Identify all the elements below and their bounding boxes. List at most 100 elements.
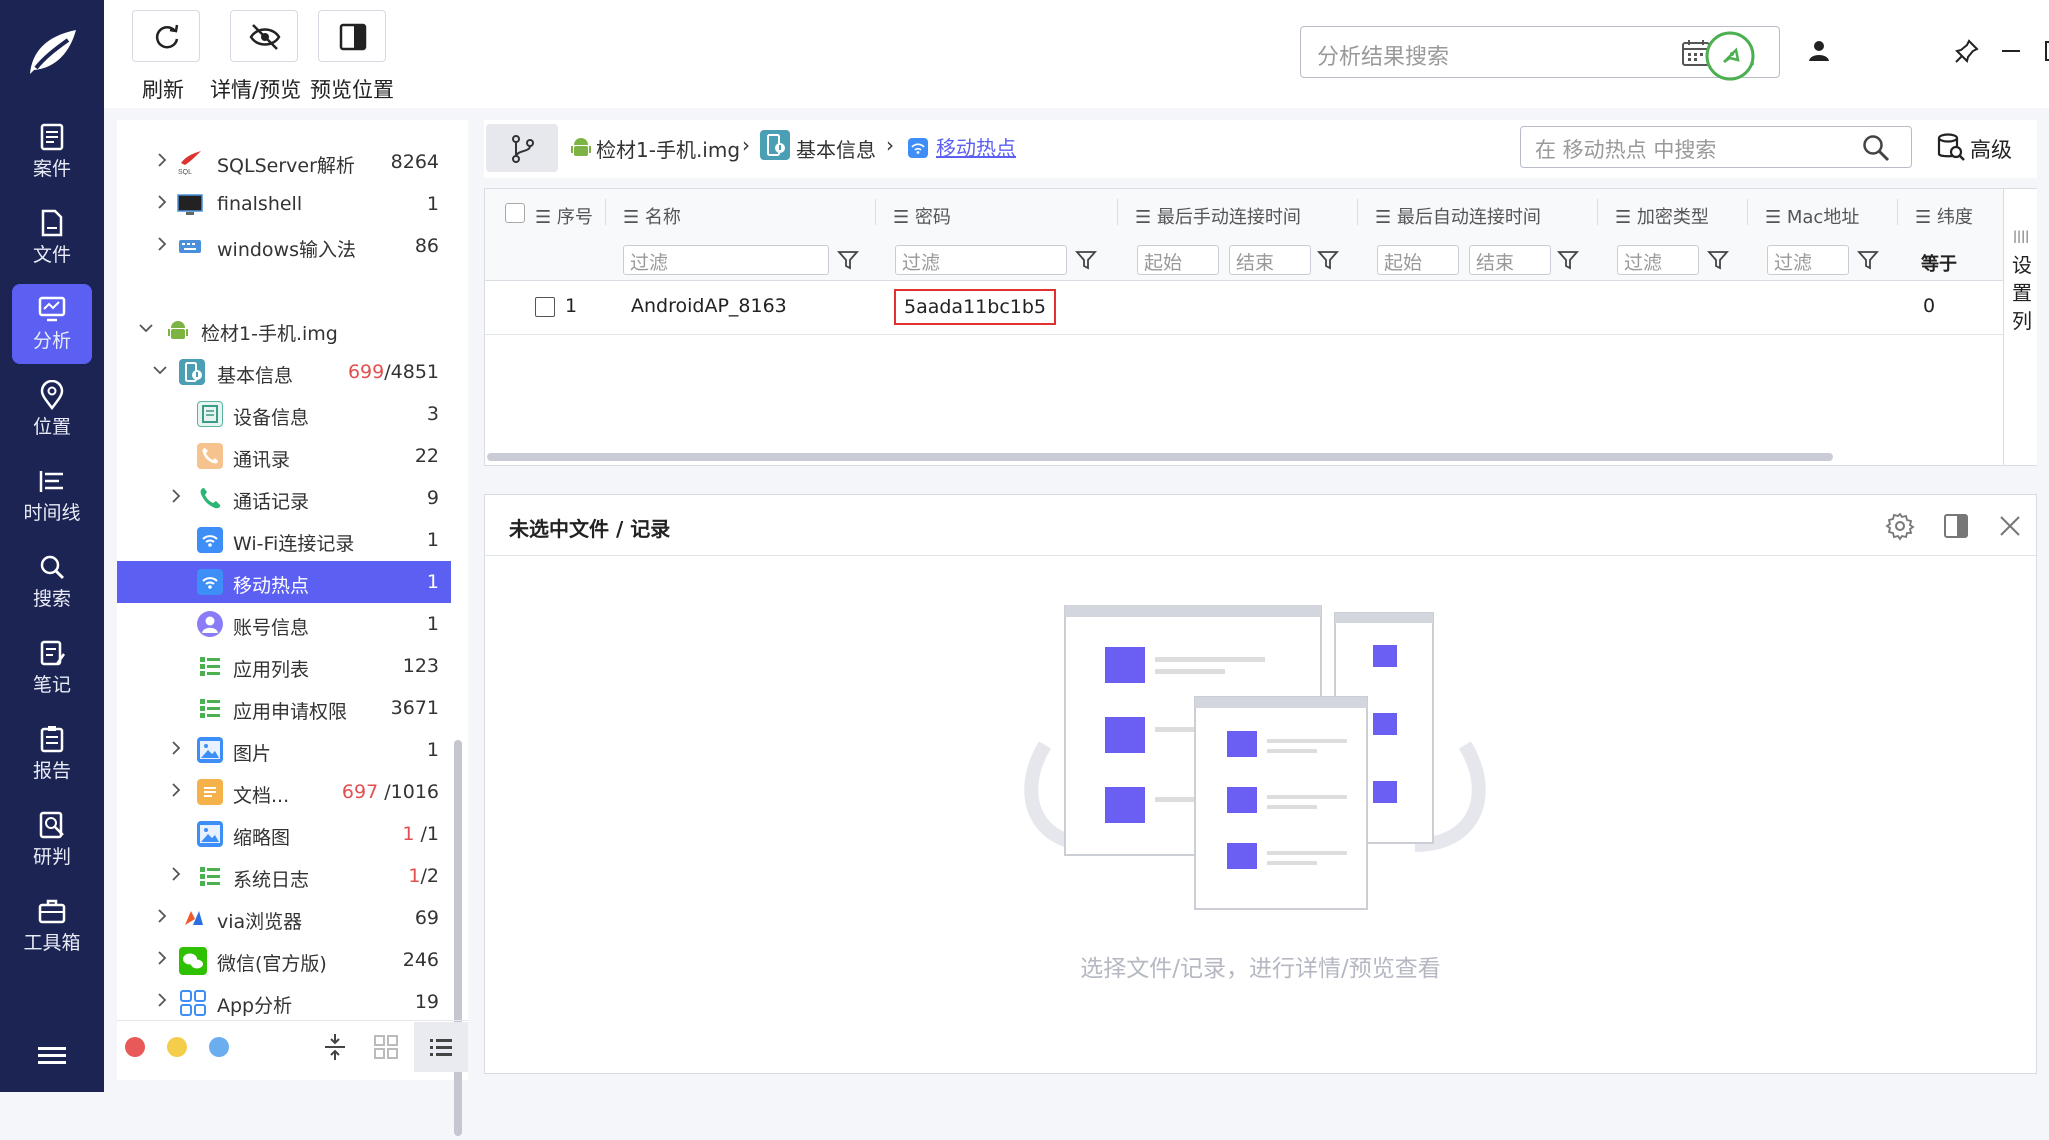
- chevron-right-icon[interactable]: [169, 783, 183, 797]
- grid-view-icon[interactable]: [373, 1034, 399, 1060]
- chevron-down-icon[interactable]: [153, 363, 167, 377]
- col-header-mac[interactable]: ☰ Mac地址: [1765, 203, 1859, 229]
- table-row[interactable]: 1 AndroidAP_8163 5aada11bc1b5 0: [485, 281, 2003, 335]
- tree-item-app-list[interactable]: 应用列表 123: [117, 645, 451, 687]
- col-divider[interactable]: [1897, 199, 1898, 225]
- advanced-search-button[interactable]: 高级: [1970, 134, 2012, 164]
- filter-auto-end-input[interactable]: 结束: [1469, 245, 1551, 275]
- panel-right-icon[interactable]: [1941, 511, 1971, 541]
- col-header-last-auto[interactable]: ☰ 最后自动连接时间: [1375, 203, 1541, 229]
- red-dot-filter[interactable]: [125, 1037, 145, 1057]
- chevron-right-icon[interactable]: [155, 153, 169, 167]
- nav-report[interactable]: 报告: [12, 714, 92, 794]
- nav-timeline[interactable]: 时间线: [12, 456, 92, 536]
- col-header-latitude[interactable]: ☰ 纬度: [1915, 203, 1973, 229]
- list-view-button[interactable]: [414, 1022, 468, 1072]
- tree-item-pictures[interactable]: 图片 1: [117, 729, 451, 771]
- tree-item-system-log[interactable]: 系统日志 1/2: [117, 855, 451, 897]
- user-icon[interactable]: [1806, 38, 1832, 64]
- tree-item-calls[interactable]: 通话记录 9: [117, 477, 451, 519]
- chevron-right-icon[interactable]: [155, 909, 169, 923]
- filter-password-input[interactable]: 过滤: [895, 245, 1067, 275]
- refresh-button[interactable]: [132, 10, 200, 62]
- menu-icon[interactable]: [38, 1045, 66, 1067]
- tree-item-documents[interactable]: 文档... 697 /1016: [117, 771, 451, 813]
- chevron-right-icon[interactable]: [155, 195, 169, 209]
- tree-item-app-analysis[interactable]: App分析 19: [117, 981, 451, 1023]
- nav-file[interactable]: 文件: [12, 198, 92, 278]
- chevron-right-icon[interactable]: [155, 237, 169, 251]
- nav-toolbox[interactable]: 工具箱: [12, 886, 92, 966]
- tree-item-basic-info[interactable]: 基本信息 699/4851: [117, 351, 451, 393]
- chevron-right-icon[interactable]: [169, 867, 183, 881]
- funnel-icon[interactable]: [1707, 249, 1729, 271]
- table-horizontal-scrollbar[interactable]: [487, 453, 1833, 461]
- nav-judge[interactable]: 研判: [12, 800, 92, 880]
- tree-item-account[interactable]: 账号信息 1: [117, 603, 451, 645]
- col-divider[interactable]: [1117, 199, 1118, 225]
- filter-encryption-input[interactable]: 过滤: [1617, 245, 1699, 275]
- funnel-icon[interactable]: [1557, 249, 1579, 271]
- breadcrumb-current[interactable]: 移动热点: [936, 132, 1016, 161]
- col-header-encryption[interactable]: ☰ 加密类型: [1615, 203, 1709, 229]
- col-header-name[interactable]: ☰ 名称: [623, 203, 681, 229]
- tree-item-finalshell[interactable]: finalshell 1: [117, 183, 451, 225]
- tree-item-permissions[interactable]: 应用申请权限 3671: [117, 687, 451, 729]
- preview-position-button[interactable]: [318, 10, 386, 62]
- branch-button[interactable]: [486, 124, 558, 172]
- funnel-icon[interactable]: [1075, 249, 1097, 271]
- tree-item-via-browser[interactable]: via浏览器 69: [117, 897, 451, 939]
- nav-note[interactable]: 笔记: [12, 628, 92, 708]
- col-header-index[interactable]: ☰ 序号: [535, 203, 593, 229]
- col-divider[interactable]: [605, 199, 606, 225]
- row-checkbox[interactable]: [535, 297, 555, 317]
- funnel-icon[interactable]: [1317, 249, 1339, 271]
- chevron-right-icon[interactable]: [155, 951, 169, 965]
- col-divider[interactable]: [875, 199, 876, 225]
- database-search-icon[interactable]: [1936, 132, 1966, 164]
- col-header-password[interactable]: ☰ 密码: [893, 203, 951, 229]
- filter-name-input[interactable]: 过滤: [623, 245, 829, 275]
- chevron-right-icon[interactable]: [169, 741, 183, 755]
- column-settings[interactable]: |||| 设置列: [2003, 189, 2037, 465]
- nav-case[interactable]: 案件: [12, 112, 92, 192]
- filter-mac-input[interactable]: 过滤: [1767, 245, 1849, 275]
- yellow-dot-filter[interactable]: [167, 1037, 187, 1057]
- nav-location[interactable]: 位置: [12, 370, 92, 450]
- filter-manual-end-input[interactable]: 结束: [1229, 245, 1311, 275]
- tree-item-contacts[interactable]: 通讯录 22: [117, 435, 451, 477]
- tree-item-sqlserver[interactable]: SQL SQLServer解析 8264: [117, 141, 451, 183]
- select-all-checkbox[interactable]: [505, 203, 525, 223]
- col-divider[interactable]: [1597, 199, 1598, 225]
- chevron-right-icon[interactable]: [169, 489, 183, 503]
- tree-item-thumbnails[interactable]: 缩略图 1 /1: [117, 813, 451, 855]
- nav-analysis[interactable]: 分析: [12, 284, 92, 364]
- minimize-icon[interactable]: [1998, 38, 2024, 64]
- rocket-status-icon[interactable]: [1704, 30, 1756, 82]
- tree-scrollbar-thumb[interactable]: [454, 740, 462, 1136]
- funnel-icon[interactable]: [837, 249, 859, 271]
- tree-item-hotspot[interactable]: 移动热点 1: [117, 561, 451, 603]
- tree-item-wechat[interactable]: 微信(官方版) 246: [117, 939, 451, 981]
- tree-item-wifi[interactable]: Wi-Fi连接记录 1: [117, 519, 451, 561]
- tree-item-evidence[interactable]: 检材1-手机.img: [117, 309, 451, 351]
- col-divider[interactable]: [1747, 199, 1748, 225]
- collapse-all-icon[interactable]: [321, 1032, 349, 1062]
- close-icon[interactable]: [1995, 511, 2025, 541]
- nav-search[interactable]: 搜索: [12, 542, 92, 622]
- filter-manual-start-input[interactable]: 起始: [1137, 245, 1219, 275]
- chevron-right-icon[interactable]: [155, 993, 169, 1007]
- pin-icon[interactable]: [1954, 38, 1980, 64]
- chevron-down-icon[interactable]: [139, 321, 153, 335]
- breadcrumb-evidence[interactable]: 检材1-手机.img: [596, 134, 740, 163]
- maximize-icon[interactable]: [2042, 38, 2049, 64]
- blue-dot-filter[interactable]: [209, 1037, 229, 1057]
- detail-preview-button[interactable]: [230, 10, 298, 62]
- breadcrumb-basic-info[interactable]: 基本信息: [796, 134, 876, 163]
- gear-icon[interactable]: [1885, 511, 1915, 541]
- filter-auto-start-input[interactable]: 起始: [1377, 245, 1459, 275]
- filter-latitude-equals[interactable]: 等于: [1921, 250, 1957, 276]
- tree-item-windows-ime[interactable]: windows输入法 86: [117, 225, 451, 267]
- col-header-last-manual[interactable]: ☰ 最后手动连接时间: [1135, 203, 1301, 229]
- tree-item-device-info[interactable]: 设备信息 3: [117, 393, 451, 435]
